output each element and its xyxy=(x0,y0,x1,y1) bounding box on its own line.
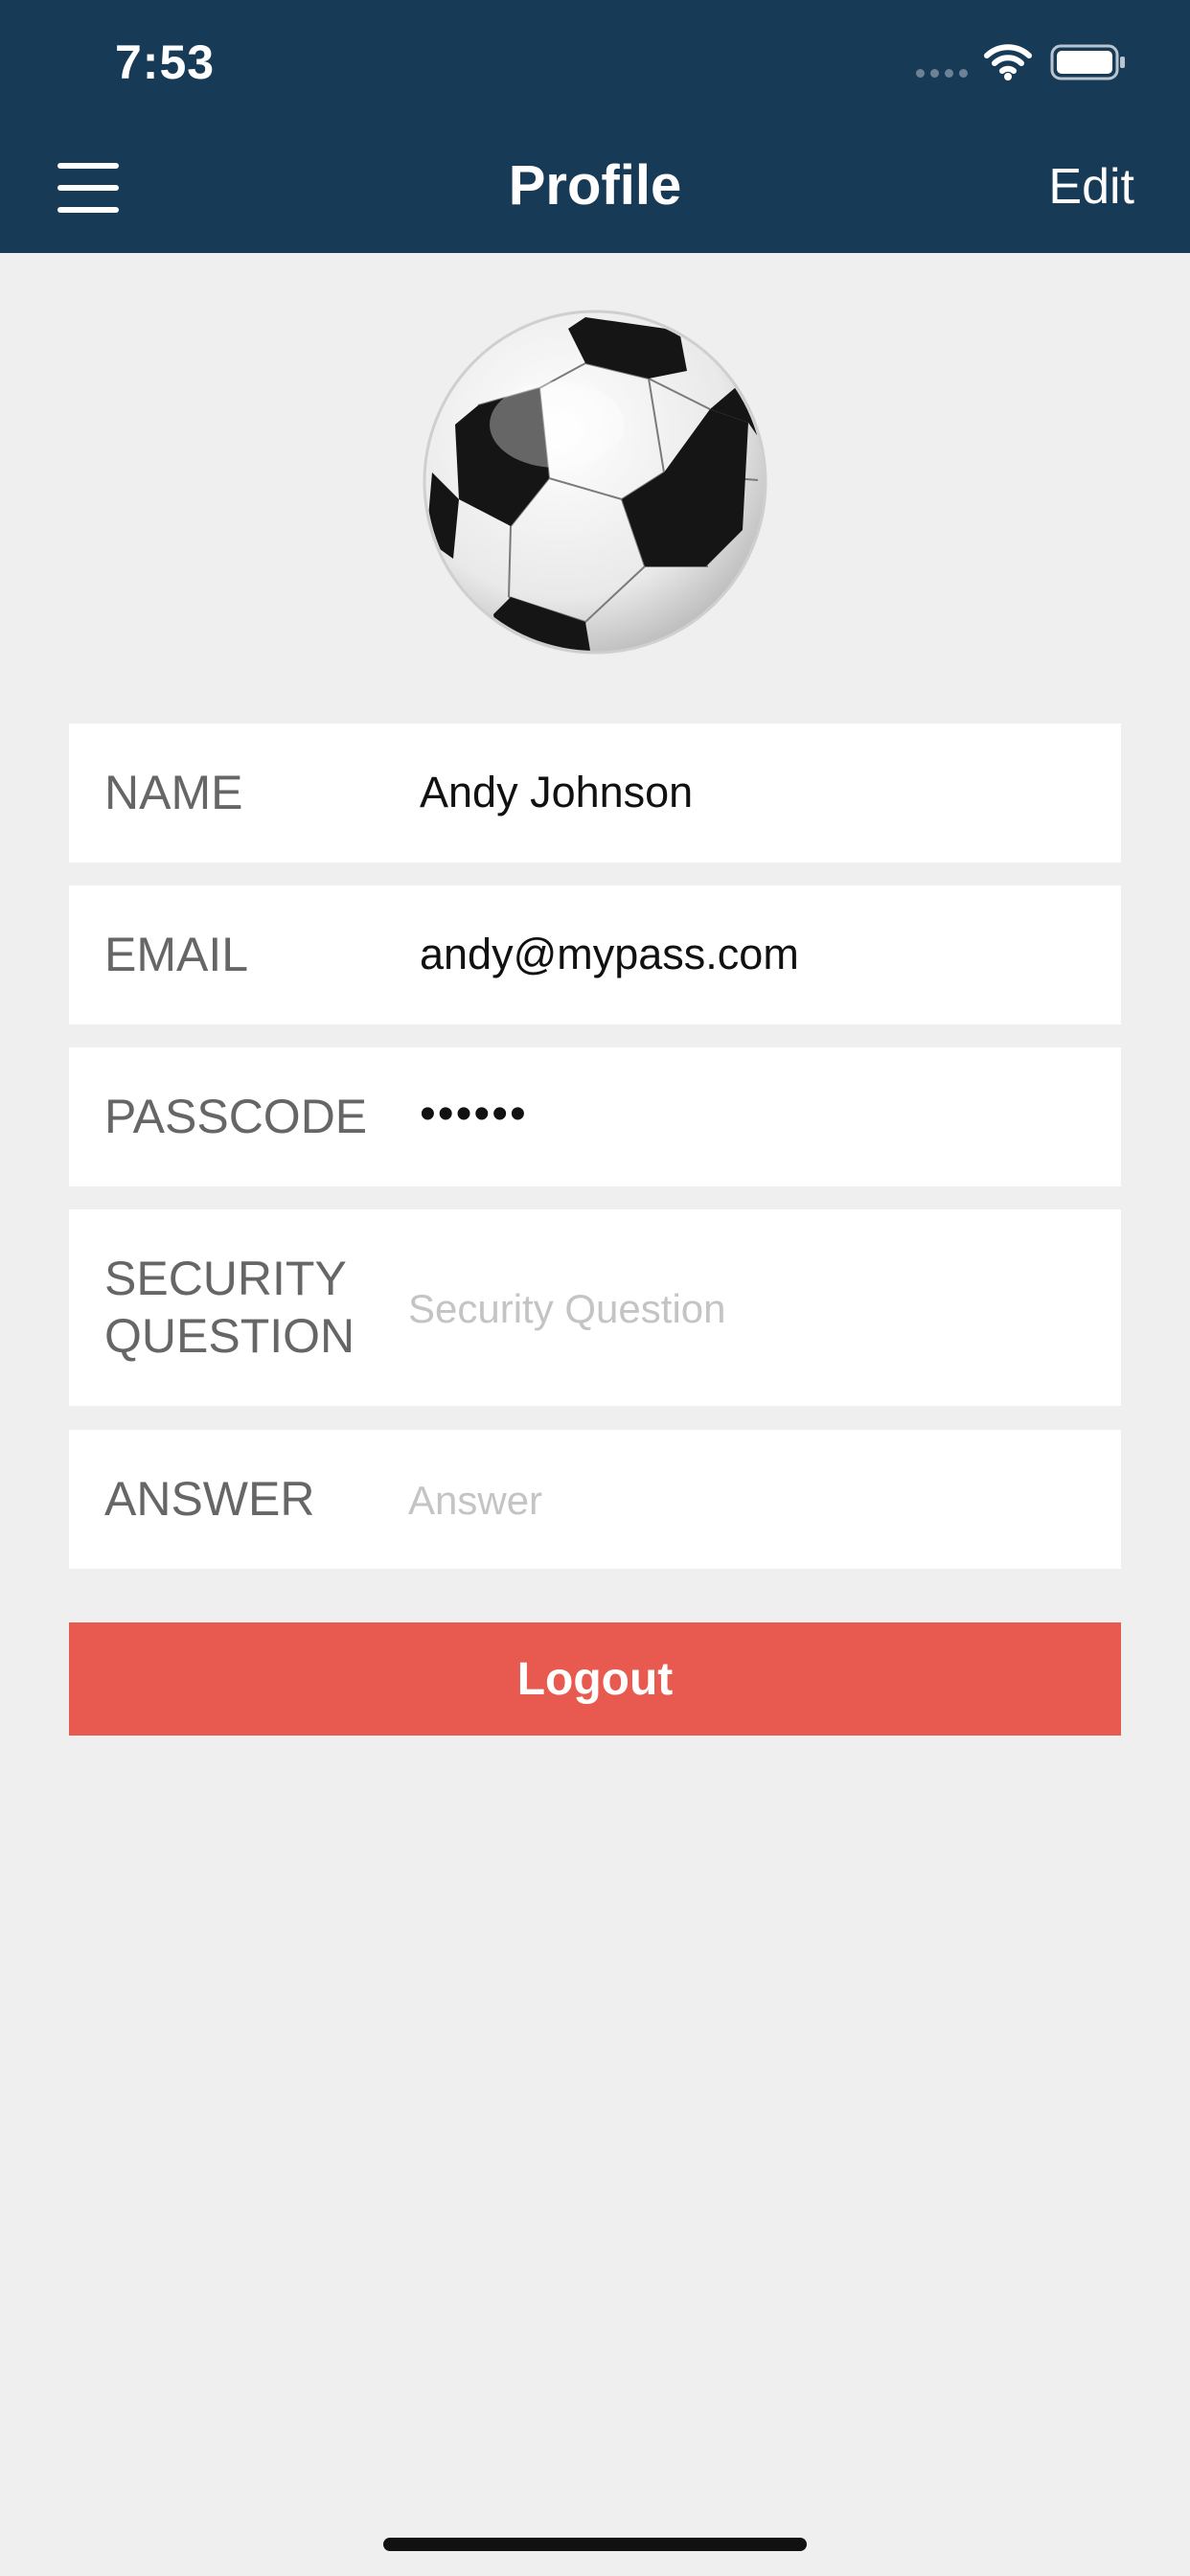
name-field[interactable]: Andy Johnson xyxy=(420,768,693,817)
home-indicator[interactable] xyxy=(383,2538,807,2551)
name-row: NAME Andy Johnson xyxy=(69,724,1121,862)
security-question-label: SECURITY QUESTION xyxy=(104,1250,355,1365)
passcode-row: PASSCODE •••••• xyxy=(69,1047,1121,1186)
cellular-signal-icon xyxy=(916,69,968,78)
soccer-ball-icon[interactable] xyxy=(423,310,767,655)
answer-label: ANSWER xyxy=(104,1472,315,1526)
answer-row: ANSWER Answer xyxy=(69,1430,1121,1569)
answer-field[interactable]: Answer xyxy=(408,1478,542,1524)
nav-header: 7:53 Profile Edit xyxy=(0,0,1190,253)
security-question-label-line1: SECURITY xyxy=(104,1252,347,1305)
security-question-field[interactable]: Security Question xyxy=(408,1286,726,1332)
wifi-icon xyxy=(984,44,1032,80)
status-time: 7:53 xyxy=(115,35,216,89)
passcode-field[interactable]: •••••• xyxy=(420,1088,528,1140)
email-row: EMAIL andy@mypass.com xyxy=(69,886,1121,1024)
email-label: EMAIL xyxy=(104,928,249,981)
page-title: Profile xyxy=(508,154,682,217)
email-field[interactable]: andy@mypass.com xyxy=(420,930,799,979)
security-question-row: SECURITY QUESTION Security Question xyxy=(69,1209,1121,1406)
security-question-label-line2: QUESTION xyxy=(104,1309,355,1363)
passcode-label: PASSCODE xyxy=(104,1090,368,1143)
battery-icon xyxy=(1050,44,1125,80)
edit-button[interactable]: Edit xyxy=(1048,158,1134,216)
name-label: NAME xyxy=(104,766,243,819)
logout-button[interactable]: Logout xyxy=(69,1622,1121,1736)
